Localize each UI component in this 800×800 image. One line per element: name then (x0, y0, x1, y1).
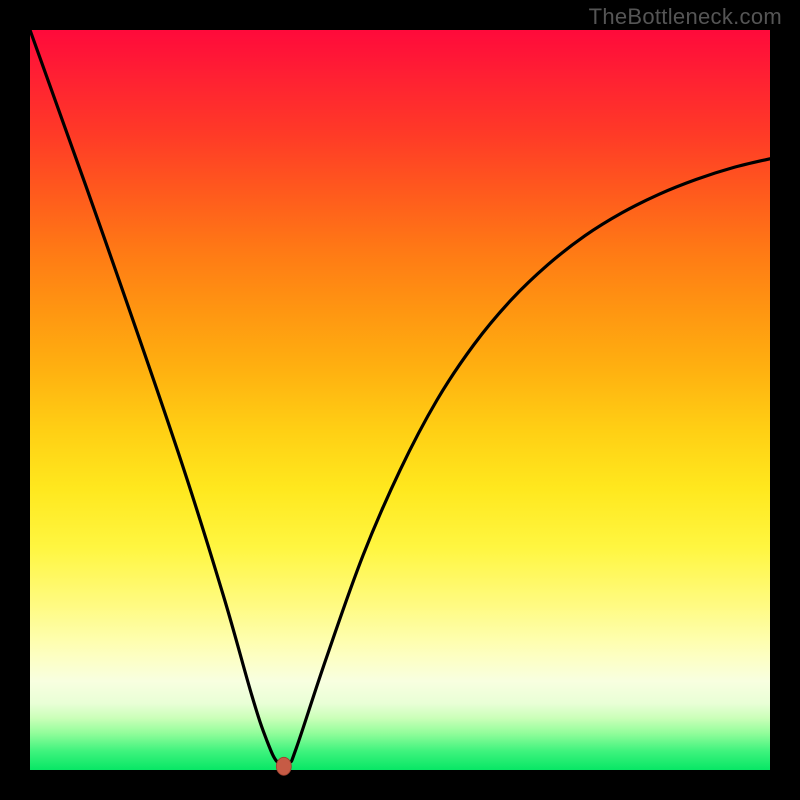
watermark-text: TheBottleneck.com (589, 4, 782, 30)
plot-area (30, 30, 770, 770)
bottleneck-curve (30, 30, 770, 765)
curve-layer (30, 30, 770, 770)
min-marker (276, 757, 291, 775)
chart-stage: TheBottleneck.com (0, 0, 800, 800)
